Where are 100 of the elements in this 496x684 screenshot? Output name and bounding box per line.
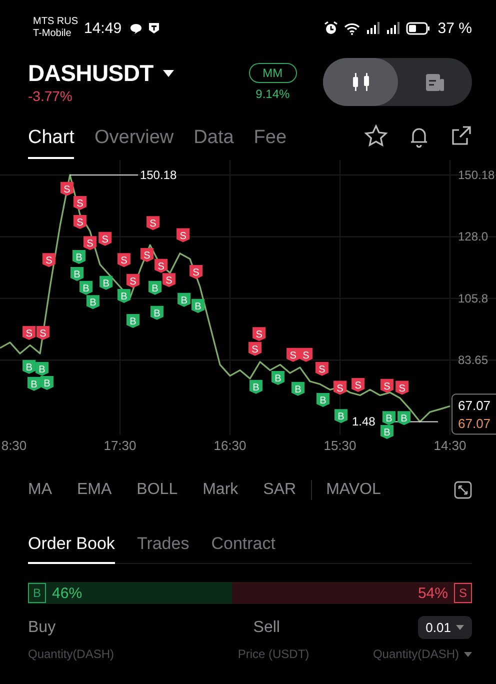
annotation: S	[76, 217, 84, 228]
annotation: S	[252, 344, 259, 356]
sell-marker: S	[117, 253, 130, 268]
annotation: S	[40, 328, 47, 340]
tab[interactable]: Data	[194, 117, 234, 159]
order-book-tab[interactable]: Contract	[211, 528, 276, 564]
sell-marker: S	[98, 232, 112, 246]
sell-marker: S	[286, 348, 300, 362]
annotation: S	[290, 350, 297, 362]
annotation: B	[26, 362, 33, 374]
caret-down-icon[interactable]	[163, 70, 174, 77]
buy-marker: B	[72, 250, 86, 264]
sell-marker: S	[73, 214, 86, 229]
precision-dropdown[interactable]: 0.01	[418, 616, 472, 639]
annotation: B	[76, 252, 83, 264]
tab[interactable]: Chart	[28, 117, 74, 159]
order-book-tab[interactable]: Order Book	[28, 528, 115, 564]
indicator-tab[interactable]: MAVOL	[326, 481, 381, 499]
sell-percent: 54%	[418, 584, 448, 602]
axis-label: 14:30	[434, 438, 466, 453]
clock-time: 14:49	[84, 20, 122, 36]
annotation: S	[86, 238, 94, 250]
sell-marker: S	[248, 342, 262, 356]
annotation: B	[152, 283, 159, 294]
order-book-tab[interactable]: Trades	[136, 528, 190, 564]
sell-marker: S	[300, 348, 313, 362]
battery-percent: 37 %	[438, 20, 472, 36]
axis-label: 8:30	[1, 438, 27, 453]
annotation: B	[384, 427, 391, 438]
axis-label: 15:30	[324, 438, 356, 453]
sell-marker: S	[176, 228, 190, 242]
buy-tag: B	[28, 583, 46, 603]
annotation: B	[38, 364, 46, 376]
sell-marker: S	[154, 258, 168, 273]
annotation: S	[46, 256, 53, 267]
indicator-tab[interactable]: Mark	[202, 481, 238, 499]
chat-bubble-icon	[130, 22, 142, 34]
tab[interactable]: Overview	[94, 117, 174, 159]
buy-marker: B	[80, 280, 93, 295]
indicator-tab[interactable]: EMA	[77, 481, 112, 499]
annotation: B	[180, 295, 188, 306]
annotation: S	[130, 276, 137, 288]
mark-price: 67.07	[458, 416, 491, 432]
symbol-name: DASHUSDT	[28, 60, 154, 87]
share-icon[interactable]	[450, 125, 472, 147]
indicator-tab[interactable]: BOLL	[136, 481, 178, 499]
carrier-name: MTS RUS	[33, 16, 78, 28]
indicator-tab[interactable]: SAR	[263, 481, 296, 499]
annotation: B	[102, 278, 110, 290]
buy-marker: B	[126, 314, 140, 328]
precision-value: 0.01	[426, 620, 451, 635]
buy-label: Buy	[28, 618, 56, 636]
view-toggle[interactable]	[323, 58, 472, 106]
battery-icon	[406, 22, 430, 34]
axis-label: 17:30	[104, 438, 136, 453]
buy-marker: B	[291, 382, 304, 396]
high-price-label: 150.18	[140, 168, 177, 182]
annotation: S	[256, 330, 263, 341]
annotation: S	[354, 380, 362, 392]
annotation: B	[82, 283, 90, 294]
buy-marker: B	[28, 376, 40, 391]
buy-marker: B	[86, 295, 100, 310]
annotation: B	[154, 308, 161, 320]
leader-line	[69, 174, 138, 176]
tab[interactable]: Fee	[254, 117, 287, 159]
indicator-tab[interactable]: MA	[28, 481, 52, 499]
sell-marker: S	[252, 327, 266, 342]
sell-marker: S	[146, 216, 160, 230]
buy-marker: B	[249, 380, 262, 394]
caret-down-icon	[456, 625, 464, 630]
annotation: S	[180, 230, 187, 242]
column-header: Price (USDT)	[238, 647, 310, 661]
annotation: S	[64, 184, 71, 196]
buy-marker: B	[316, 393, 330, 407]
annotation: S	[384, 381, 391, 392]
low-price-label: 1.48	[352, 414, 376, 429]
expand-icon[interactable]	[454, 481, 472, 499]
annotation: S	[144, 250, 151, 262]
sell-marker: S	[140, 248, 154, 262]
annotation: S	[158, 261, 165, 272]
sell-marker: S	[36, 326, 50, 340]
annotation: B	[274, 374, 282, 385]
star-icon[interactable]	[364, 124, 388, 148]
annotation: B	[194, 301, 202, 312]
buy-marker: B	[398, 411, 411, 426]
annotation: B	[294, 384, 302, 396]
buy-marker: B	[22, 360, 36, 374]
sell-tag: S	[454, 583, 472, 603]
view-option[interactable]	[323, 58, 398, 106]
buy-marker: B	[117, 288, 130, 303]
buy-marker: B	[100, 276, 113, 290]
axis-label: 150.18	[458, 168, 495, 182]
buy-marker: B	[36, 362, 49, 376]
shield-icon	[148, 22, 160, 34]
annotation: S	[398, 383, 406, 394]
wifi-icon	[344, 22, 360, 34]
buy-marker: B	[178, 292, 191, 307]
buy-marker: B	[192, 298, 204, 313]
annotation: B	[120, 291, 128, 302]
annotation: S	[192, 268, 200, 279]
